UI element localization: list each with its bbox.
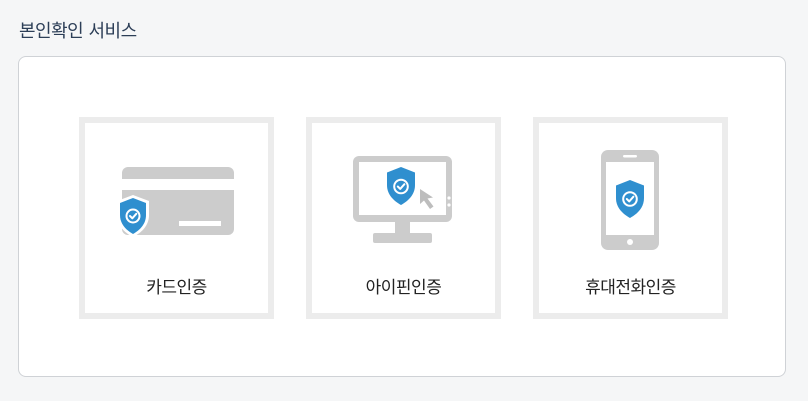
identity-verification-page: 본인확인 서비스 카드인증 아이핀인증 휴대전화인증 (0, 0, 808, 401)
card-verification-option[interactable]: 카드인증 (79, 117, 274, 319)
page-title: 본인확인 서비스 (19, 21, 137, 42)
card-verification-label: 카드인증 (146, 278, 207, 298)
monitor-shield-cursor-icon (312, 149, 495, 259)
verification-options-panel: 카드인증 아이핀인증 휴대전화인증 (18, 56, 786, 377)
smartphone-shield-icon (539, 149, 722, 259)
ipin-verification-option[interactable]: 아이핀인증 (306, 117, 501, 319)
ipin-verification-label: 아이핀인증 (365, 278, 442, 298)
credit-card-shield-icon (85, 149, 268, 259)
mobile-verification-label: 휴대전화인증 (585, 278, 676, 298)
mobile-verification-option[interactable]: 휴대전화인증 (533, 117, 728, 319)
